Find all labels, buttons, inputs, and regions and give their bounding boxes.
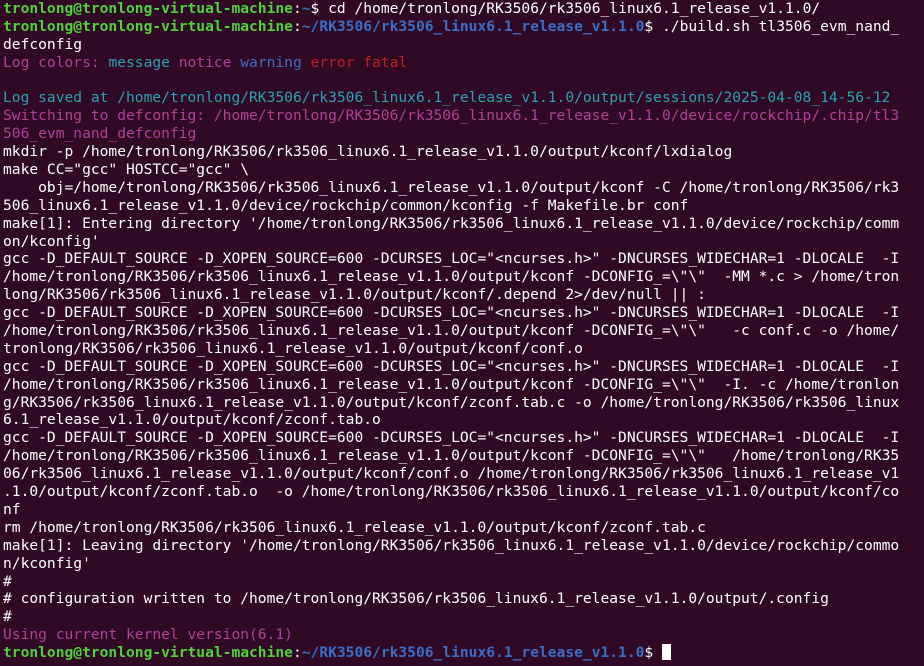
terminal-line: .1.0/output/kconf/zconf.tab.o -o /home/t… — [3, 483, 924, 501]
terminal-line: gcc -D_DEFAULT_SOURCE -D_XOPEN_SOURCE=60… — [3, 429, 924, 447]
terminal-text: make[1]: Entering directory '/home/tronl… — [3, 214, 900, 232]
terminal-line: 506_linux6.1_release_v1.1.0/device/rockc… — [3, 197, 924, 215]
terminal-output[interactable]: tronlong@tronlong-virtual-machine:~$ cd … — [0, 0, 924, 666]
terminal-text: # — [3, 572, 12, 590]
terminal-line: nf — [3, 501, 924, 519]
terminal-text: $ cd /home/tronlong/RK3506/rk3506_linux6… — [310, 0, 821, 17]
terminal-text: gcc -D_DEFAULT_SOURCE -D_XOPEN_SOURCE=60… — [3, 357, 900, 375]
terminal-text: Using current kernel version(6.1) — [3, 626, 293, 644]
terminal-text: error — [310, 53, 364, 71]
terminal-text: obj=/home/tronlong/RK3506/rk3506_linux6.… — [3, 178, 900, 196]
terminal-line: /home/tronlong/RK3506/rk3506_linux6.1_re… — [3, 322, 924, 340]
terminal-text: 6.1_release_v1.1.0/output/kconf/zconf.ta… — [3, 411, 381, 429]
terminal-text: nf — [3, 500, 21, 518]
terminal-text: 506_linux6.1_release_v1.1.0/device/rockc… — [3, 196, 689, 214]
terminal-text: long/RK3506/rk3506_linux6.1_release_v1.1… — [3, 286, 706, 304]
terminal-text: gcc -D_DEFAULT_SOURCE -D_XOPEN_SOURCE=60… — [3, 429, 900, 447]
terminal-line: /home/tronlong/RK3506/rk3506_linux6.1_re… — [3, 268, 924, 286]
prompt-user: tronlong@tronlong-virtual-machine — [3, 0, 293, 17]
prompt-path: ~ — [301, 0, 311, 17]
terminal-line: tronlong/RK3506/rk3506_linux6.1_release_… — [3, 340, 924, 358]
terminal-line: Switching to defconfig: /home/tronlong/R… — [3, 107, 924, 125]
terminal-line: gcc -D_DEFAULT_SOURCE -D_XOPEN_SOURCE=60… — [3, 358, 924, 376]
terminal-line: defconfig — [3, 36, 924, 54]
terminal-text: tronlong/RK3506/rk3506_linux6.1_release_… — [3, 339, 583, 357]
terminal-text: # — [3, 608, 12, 626]
terminal-text: /home/tronlong/RK3506/rk3506_linux6.1_re… — [3, 322, 900, 340]
prompt-user: tronlong@tronlong-virtual-machine — [3, 17, 293, 35]
terminal-text: make[1]: Leaving directory '/home/tronlo… — [3, 536, 900, 554]
terminal-line: 06/rk3506_linux6.1_release_v1.1.0/output… — [3, 465, 924, 483]
prompt-path: ~/RK3506/rk3506_linux6.1_release_v1.1.0 — [301, 17, 645, 35]
terminal-text: : — [292, 644, 302, 662]
terminal-line: on/kconfig' — [3, 233, 924, 251]
terminal-line: gcc -D_DEFAULT_SOURCE -D_XOPEN_SOURCE=60… — [3, 304, 924, 322]
terminal-line: g/RK3506/rk3506_linux6.1_release_v1.1.0/… — [3, 394, 924, 412]
prompt-user: tronlong@tronlong-virtual-machine — [3, 644, 293, 662]
terminal-text: rm /home/tronlong/RK3506/rk3506_linux6.1… — [3, 518, 706, 536]
terminal-line: tronlong@tronlong-virtual-machine:~/RK35… — [3, 644, 924, 662]
terminal-text: gcc -D_DEFAULT_SOURCE -D_XOPEN_SOURCE=60… — [3, 250, 900, 268]
terminal-text: .1.0/output/kconf/zconf.tab.o -o /home/t… — [3, 483, 900, 501]
terminal-text: warning — [240, 53, 311, 71]
terminal-text: gcc -D_DEFAULT_SOURCE -D_XOPEN_SOURCE=60… — [3, 304, 900, 322]
terminal-text: $ — [644, 644, 662, 662]
terminal-line: make CC="gcc" HOSTCC="gcc" \ — [3, 161, 924, 179]
terminal-text: on/kconfig' — [3, 232, 100, 250]
terminal-line: tronlong@tronlong-virtual-machine:~/RK35… — [3, 18, 924, 36]
terminal-text: : — [292, 17, 302, 35]
terminal-text: /home/tronlong/RK3506/rk3506_linux6.1_re… — [3, 375, 900, 393]
terminal-text: /home/tronlong/RK3506/rk3506_linux6.1_re… — [3, 447, 900, 465]
terminal-cursor — [662, 644, 671, 661]
terminal-line: obj=/home/tronlong/RK3506/rk3506_linux6.… — [3, 179, 924, 197]
terminal-line: # configuration written to /home/tronlon… — [3, 590, 924, 608]
terminal-text: Log colors: — [3, 53, 109, 71]
terminal-line: 6.1_release_v1.1.0/output/kconf/zconf.ta… — [3, 411, 924, 429]
terminal-text: # configuration written to /home/tronlon… — [3, 590, 829, 608]
terminal-line: tronlong@tronlong-virtual-machine:~$ cd … — [3, 0, 924, 18]
terminal-line: Log saved at /home/tronlong/RK3506/rk350… — [3, 89, 924, 107]
terminal-line: make[1]: Leaving directory '/home/tronlo… — [3, 537, 924, 555]
terminal-line: Log colors: message notice warning error… — [3, 54, 924, 72]
terminal-text: 506_evm_nand_defconfig — [3, 125, 197, 143]
terminal-line: gcc -D_DEFAULT_SOURCE -D_XOPEN_SOURCE=60… — [3, 250, 924, 268]
terminal-line: /home/tronlong/RK3506/rk3506_linux6.1_re… — [3, 447, 924, 465]
terminal-text: make CC="gcc" HOSTCC="gcc" \ — [3, 161, 250, 179]
terminal-text: Switching to defconfig: /home/tronlong/R… — [3, 107, 900, 125]
terminal-text: fatal — [363, 53, 408, 71]
terminal-line: # — [3, 608, 924, 626]
terminal-line: # — [3, 573, 924, 591]
terminal-text: : — [292, 0, 302, 17]
terminal-text: 06/rk3506_linux6.1_release_v1.1.0/output… — [3, 465, 900, 483]
terminal-text: $ ./build.sh tl3506_evm_nand_ — [644, 17, 900, 35]
terminal-text: message — [108, 53, 179, 71]
terminal-text: g/RK3506/rk3506_linux6.1_release_v1.1.0/… — [3, 393, 900, 411]
terminal-line: long/RK3506/rk3506_linux6.1_release_v1.1… — [3, 286, 924, 304]
terminal-line: Using current kernel version(6.1) — [3, 626, 924, 644]
terminal-text: Log saved at /home/tronlong/RK3506/rk350… — [3, 89, 891, 107]
terminal-line: mkdir -p /home/tronlong/RK3506/rk3506_li… — [3, 143, 924, 161]
terminal-text: /home/tronlong/RK3506/rk3506_linux6.1_re… — [3, 268, 900, 286]
terminal-text: notice — [178, 53, 241, 71]
terminal-line: 506_evm_nand_defconfig — [3, 125, 924, 143]
terminal-text: mkdir -p /home/tronlong/RK3506/rk3506_li… — [3, 143, 733, 161]
terminal-text: n/kconfig' — [3, 554, 91, 572]
terminal-line: n/kconfig' — [3, 555, 924, 573]
terminal-line: rm /home/tronlong/RK3506/rk3506_linux6.1… — [3, 519, 924, 537]
terminal-line: /home/tronlong/RK3506/rk3506_linux6.1_re… — [3, 376, 924, 394]
terminal-line: make[1]: Entering directory '/home/tronl… — [3, 215, 924, 233]
prompt-path: ~/RK3506/rk3506_linux6.1_release_v1.1.0 — [301, 644, 645, 662]
terminal-text: defconfig — [3, 35, 83, 53]
